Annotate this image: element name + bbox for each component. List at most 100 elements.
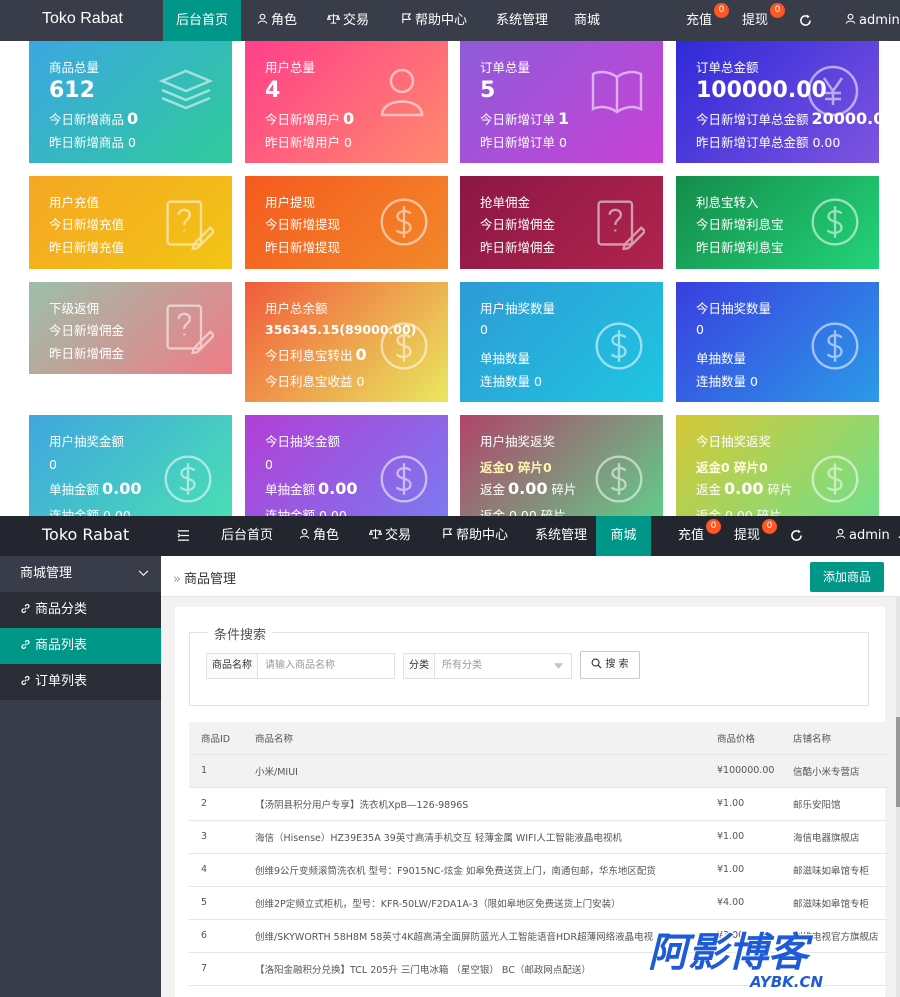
link-icon bbox=[21, 603, 30, 614]
table-row[interactable]: 4 创维9公斤变频滚筒洗衣机 型号：F9015NC-炫金 如皋免费送货上门，南通包… bbox=[189, 853, 889, 887]
withdraw-badge-2: 0 bbox=[762, 519, 777, 534]
double-chevron-icon: » bbox=[173, 572, 181, 587]
stat-card-recharge: 用户充值 今日新增充值 昨日新增充值 bbox=[29, 176, 232, 269]
shop-screen: Toko Rabat 后台首页 角色 交易 帮助中心 系统管理 商城 充值 0 … bbox=[0, 516, 900, 997]
nav-roles[interactable]: 角色 bbox=[257, 0, 297, 41]
scrollbar[interactable] bbox=[896, 597, 900, 997]
dollar-circle-icon bbox=[380, 198, 428, 246]
cell-name: 【汤阴县积分用户专享】洗衣机XpB—126-9896S bbox=[243, 787, 705, 821]
nav-home[interactable]: 后台首页 bbox=[163, 0, 241, 41]
cell-price: ¥1.00 bbox=[705, 853, 781, 887]
cell-price: ¥1.00 bbox=[705, 820, 781, 854]
stat-card-today-lottery-amount: 今日抽奖金额 0 单抽金额 0.00 连抽金额 0.00 bbox=[245, 415, 448, 516]
table-row[interactable]: 1 小米/MIUI ¥100000.00 信酷小米专营店 bbox=[189, 754, 889, 788]
withdraw-badge: 0 bbox=[770, 3, 785, 18]
stat-card-withdraw: 用户提现 今日新增提现 昨日新增提现 bbox=[245, 176, 448, 269]
dollar-circle-icon bbox=[380, 322, 428, 370]
cell-id: 8 bbox=[189, 985, 243, 997]
scrollbar-thumb[interactable] bbox=[896, 717, 900, 807]
dollar-circle-icon bbox=[811, 455, 859, 503]
withdraw-link[interactable]: 提现 bbox=[742, 0, 768, 41]
withdraw-link-2[interactable]: 提现 bbox=[734, 516, 760, 556]
nav2-help[interactable]: 帮助中心 bbox=[442, 516, 508, 556]
cell-shop: 邮滋味如皋馆专柜 bbox=[781, 853, 889, 887]
menu-icon[interactable] bbox=[177, 530, 190, 541]
layers-icon bbox=[158, 69, 214, 110]
sidebar-group-shop[interactable]: 商城管理 bbox=[0, 556, 161, 592]
nav-trade[interactable]: 交易 bbox=[327, 0, 369, 41]
nav-help[interactable]: 帮助中心 bbox=[401, 0, 467, 41]
question-edit-icon bbox=[166, 200, 214, 250]
user-icon bbox=[257, 13, 268, 24]
sidebar-item-orders[interactable]: 订单列表 bbox=[0, 664, 161, 700]
cell-id: 7 bbox=[189, 952, 243, 986]
col-shop[interactable]: 店铺名称 bbox=[781, 722, 889, 755]
stat-card-lottery-amount: 用户抽奖金额 0 单抽金额 0.00 连抽金额 0.00 bbox=[29, 415, 232, 516]
nav2-trade[interactable]: 交易 bbox=[369, 516, 411, 556]
stat-card-commission: 抢单佣金 今日新增佣金 昨日新增佣金 bbox=[460, 176, 663, 269]
table-row[interactable]: 5 创维2P定频立式柜机，型号：KFR-50LW/F2DA1A-3（限如皋地区免费… bbox=[189, 886, 889, 920]
search-icon bbox=[591, 658, 602, 669]
link-icon bbox=[21, 675, 30, 686]
refresh-icon[interactable] bbox=[799, 14, 812, 27]
stat-card-goods-total: 商品总量 612 今日新增商品 0 昨日新增商品 0 bbox=[29, 41, 232, 163]
col-price[interactable]: 商品价格 bbox=[705, 722, 781, 755]
table-row[interactable]: 3 海信（Hisense）HZ39E35A 39英寸高清手机交互 轻薄金属 WIF… bbox=[189, 820, 889, 854]
stat-card-rebate: 下级返佣 今日新增佣金 昨日新增佣金 bbox=[29, 282, 232, 374]
cell-name: 创维2P定频立式柜机，型号：KFR-50LW/F2DA1A-3（限如皋地区免费送… bbox=[243, 886, 705, 920]
cell-price: ¥4.00 bbox=[705, 886, 781, 920]
sidebar-item-categories[interactable]: 商品分类 bbox=[0, 592, 161, 628]
nav2-system[interactable]: 系统管理 bbox=[535, 516, 587, 556]
cell-id: 1 bbox=[189, 754, 243, 788]
nav2-home[interactable]: 后台首页 bbox=[221, 516, 273, 556]
sidebar: 商城管理 商品分类 商品列表 订单列表 bbox=[0, 556, 161, 997]
stat-card-today-lottery-return: 今日抽奖返奖 返金0 碎片0 返金 0.00 碎片 返金 0.00 碎片 bbox=[676, 415, 879, 516]
stat-card-orders-total: 订单总量 5 今日新增订单 1 昨日新增订单 0 bbox=[460, 41, 663, 163]
cell-id: 4 bbox=[189, 853, 243, 887]
book-icon bbox=[591, 70, 643, 114]
cell-shop: 信酷小米专营店 bbox=[781, 754, 889, 788]
stat-card-lottery-return: 用户抽奖返奖 返金0 碎片0 返金 0.00 碎片 返金 0.00 碎片 bbox=[460, 415, 663, 516]
category-select[interactable]: 所有分类 bbox=[435, 653, 572, 679]
table-row[interactable]: 2 【汤阴县积分用户专享】洗衣机XpB—126-9896S ¥1.00 邮乐安阳馆 bbox=[189, 787, 889, 821]
question-edit-icon bbox=[597, 200, 645, 250]
search-button[interactable]: 搜 索 bbox=[580, 651, 640, 679]
cell-name: 海信（Hisense）HZ39E35A 39英寸高清手机交互 轻薄金属 WIFI… bbox=[243, 820, 705, 854]
dollar-circle-icon bbox=[595, 455, 643, 503]
recharge-link[interactable]: 充值 bbox=[686, 0, 712, 41]
chevron-down-icon bbox=[138, 570, 149, 577]
add-product-button[interactable]: 添加商品 bbox=[810, 562, 884, 592]
nav-shop[interactable]: 商城 bbox=[574, 0, 600, 41]
recharge-badge: 0 bbox=[714, 3, 729, 18]
refresh-icon[interactable] bbox=[790, 529, 803, 542]
svg-text:AYBK.CN: AYBK.CN bbox=[749, 973, 824, 991]
cell-name: 创维/SKYWORTH 58H8M 58英寸4K超高清全面屏防蓝光人工智能语音H… bbox=[243, 919, 705, 953]
filter-fieldset: 条件搜索 商品名称 请输入商品名称 分类 所有分类 搜 索 bbox=[189, 624, 869, 706]
col-name[interactable]: 商品名称 bbox=[243, 722, 705, 755]
stat-card-orders-amount: 订单总金额 100000.00 今日新增订单总金额20000.00 昨日新增订单… bbox=[676, 41, 879, 163]
sidebar-item-products[interactable]: 商品列表 bbox=[0, 628, 161, 664]
dollar-circle-icon bbox=[811, 322, 859, 370]
admin-menu[interactable]: admin bbox=[845, 0, 900, 41]
product-name-label: 商品名称 bbox=[206, 653, 258, 679]
brand-logo: Toko Rabat bbox=[42, 10, 123, 27]
brand-logo-2: Toko Rabat bbox=[42, 525, 130, 544]
stat-card-balance-total: 用户总余额 356345.15(89000.00) 今日利息宝转出 0 今日利息宝… bbox=[245, 282, 448, 402]
nav2-roles[interactable]: 角色 bbox=[299, 516, 339, 556]
col-id[interactable]: 商品ID bbox=[189, 722, 243, 755]
recharge-link-2[interactable]: 充值 bbox=[678, 516, 704, 556]
cell-price: ¥1.00 bbox=[705, 787, 781, 821]
cell-price: ¥100000.00 bbox=[705, 754, 781, 788]
filter-legend: 条件搜索 bbox=[208, 624, 273, 643]
dashboard-screen: Toko Rabat 后台首页 角色 交易 帮助中心 系统管理 商城 充值 0 … bbox=[0, 0, 900, 516]
cell-name: 小米/MIUI bbox=[243, 754, 705, 788]
nav-system[interactable]: 系统管理 bbox=[496, 0, 548, 41]
dollar-circle-icon bbox=[380, 455, 428, 503]
admin-menu-2[interactable]: admin bbox=[835, 516, 900, 556]
nav2-shop[interactable]: 商城 bbox=[596, 516, 651, 556]
question-edit-icon bbox=[166, 304, 214, 354]
cell-id: 5 bbox=[189, 886, 243, 920]
user-icon bbox=[299, 528, 310, 539]
scale-icon bbox=[369, 528, 382, 539]
product-name-input[interactable]: 请输入商品名称 bbox=[258, 653, 395, 679]
